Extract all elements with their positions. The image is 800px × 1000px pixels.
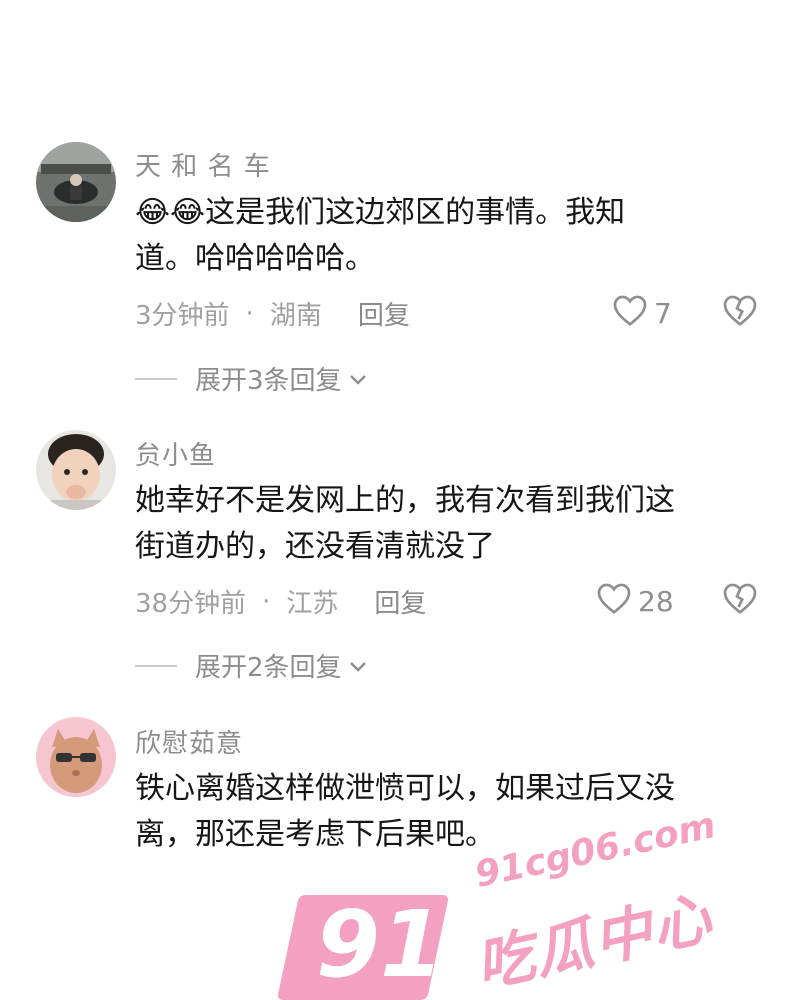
comment-meta: 3分钟前 · 湖南 回复 — [135, 295, 410, 332]
reply-button[interactable]: 回复 — [374, 583, 426, 620]
avatar[interactable] — [36, 142, 116, 222]
expand-replies-button[interactable]: 展开3条回复 — [135, 360, 368, 397]
expand-replies-button[interactable]: 展开2条回复 — [135, 647, 368, 684]
chevron-down-icon — [348, 651, 368, 681]
timestamp: 38分钟前 — [135, 589, 247, 619]
comment-text-line: 道。哈哈哈哈哈。 — [135, 241, 375, 276]
comment-text-line: 街道办的，还没看清就没了 — [135, 529, 495, 564]
comment-text: 她幸好不是发网上的，我有次看到我们这 街道办的，还没看清就没了 — [135, 478, 745, 570]
heart-outline-icon — [596, 581, 632, 622]
location: 湖南 — [269, 301, 322, 331]
separator-dot: · — [245, 298, 254, 329]
heart-outline-icon — [612, 293, 648, 334]
timestamp: 3分钟前 — [135, 301, 230, 331]
divider-line — [135, 664, 177, 667]
like-button[interactable]: 28 — [596, 581, 674, 622]
like-count: 7 — [654, 297, 672, 330]
comment-text: 😂😂这是我们这边郊区的事情。我知 道。哈哈哈哈哈。 — [135, 190, 745, 282]
dislike-button[interactable] — [722, 293, 758, 329]
location: 江苏 — [286, 589, 339, 619]
avatar[interactable] — [36, 430, 116, 510]
avatar[interactable] — [36, 717, 116, 797]
like-button[interactable]: 7 — [612, 293, 672, 334]
username[interactable]: 贠小鱼 — [135, 435, 216, 472]
separator-dot: · — [262, 586, 271, 617]
reply-button[interactable]: 回复 — [358, 295, 410, 332]
broken-heart-icon — [722, 295, 758, 331]
expand-label: 展开2条回复 — [195, 653, 342, 683]
watermark: 91 91cg06.com 吃瓜中心 — [276, 805, 800, 1000]
chevron-down-icon — [348, 364, 368, 394]
comment-text-line: 她幸好不是发网上的，我有次看到我们这 — [135, 483, 675, 518]
divider-line — [135, 377, 177, 380]
like-count: 28 — [638, 585, 674, 618]
expand-label: 展开3条回复 — [195, 366, 342, 396]
username[interactable]: 欣慰茹意 — [135, 723, 243, 760]
dislike-button[interactable] — [722, 581, 758, 617]
watermark-number: 91 — [316, 891, 445, 998]
broken-heart-icon — [722, 583, 758, 619]
comment-text-line: 铁心离婚这样做泄愤可以，如果过后又没 — [135, 771, 675, 806]
comment-text-line: 😂😂这是我们这边郊区的事情。我知 — [135, 195, 626, 230]
comment-meta: 38分钟前 · 江苏 回复 — [135, 583, 426, 620]
username[interactable]: 天 和 名 车 — [135, 146, 271, 183]
